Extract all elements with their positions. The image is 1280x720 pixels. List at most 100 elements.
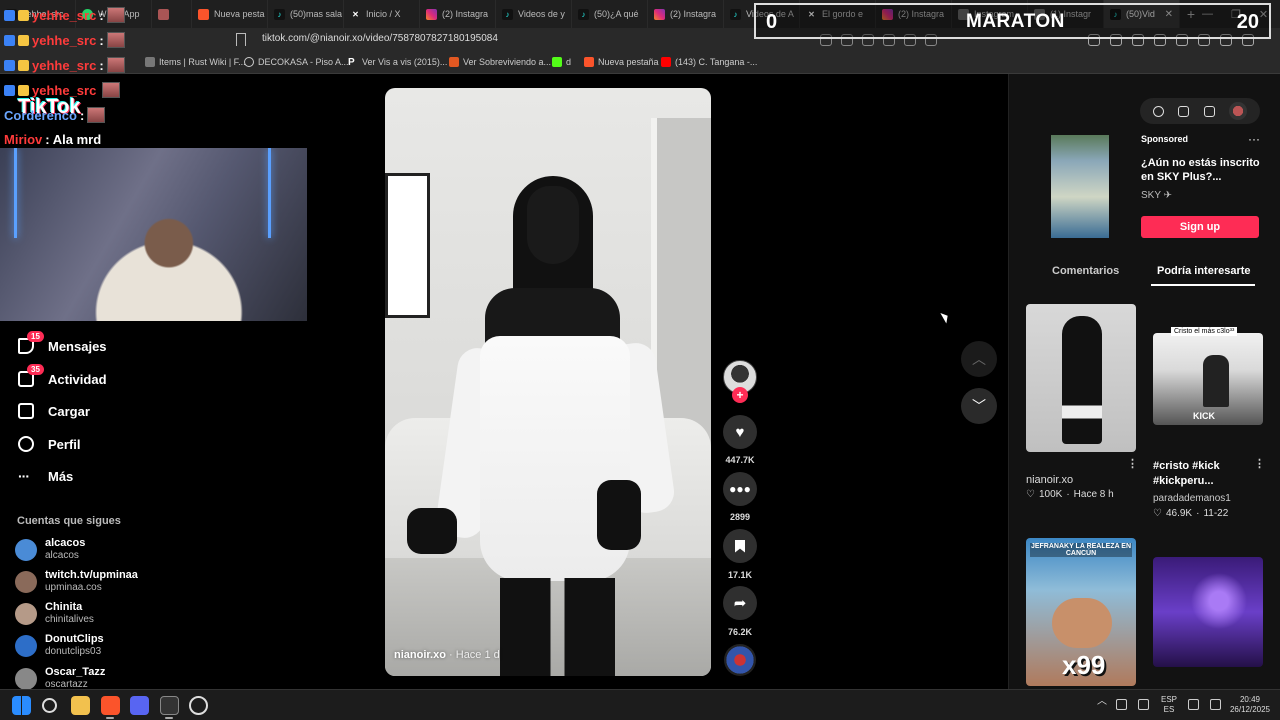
followed-account[interactable]: Oscar_Tazz oscartazz (15, 666, 105, 691)
sidebar-item-profile[interactable]: Perfil (18, 436, 81, 452)
sidebar-item-upload[interactable]: Cargar (18, 403, 90, 419)
browser-tab[interactable]: ♪ (50)¿A qué (572, 0, 648, 28)
video-author[interactable]: nianoir.xo · Hace 1 d (394, 649, 500, 661)
ad-image[interactable] (1051, 135, 1109, 238)
emote-icon (87, 107, 106, 123)
stream-score-overlay: 0 MARATON 20 (754, 3, 1271, 39)
card-author[interactable]: paradademanos1 (1153, 493, 1231, 504)
save-button[interactable] (723, 529, 757, 563)
volume-icon[interactable] (1210, 699, 1221, 710)
thumb-caption: JEFRANAKY LA REALEZA EN CANCÚN (1030, 543, 1132, 557)
ad-more-icon[interactable]: ··· (1248, 132, 1260, 146)
avatar (15, 538, 37, 561)
avatar (15, 602, 37, 625)
next-video-button[interactable]: ﹀ (961, 388, 997, 424)
tiktok-icon: ♪ (578, 8, 589, 20)
person-hand (407, 508, 457, 554)
thumb-figure (1062, 316, 1102, 444)
browser-tab[interactable]: ♪ (50)mas sala (268, 0, 344, 28)
share-count: 76.2K (727, 627, 753, 637)
sync-icon[interactable] (1116, 699, 1127, 710)
language-indicator[interactable]: ESP ES (1161, 695, 1177, 715)
browser-tab[interactable]: Nueva pesta (192, 0, 268, 28)
suggested-video-thumb[interactable] (1026, 304, 1136, 452)
obs-icon[interactable] (160, 696, 179, 715)
user-avatar[interactable] (1228, 102, 1247, 120)
share-button[interactable]: ➦ (723, 586, 757, 620)
download-icon[interactable] (1203, 105, 1215, 117)
ad-title[interactable]: ¿Aún no estás inscrito en SKY Plus?... (1141, 156, 1261, 184)
bookmark-item[interactable]: Items | Rust Wiki | F... (145, 57, 246, 67)
thumb-face (1052, 598, 1112, 648)
bookmark-item[interactable]: P Ver Vis a vis (2015)... (348, 57, 447, 68)
crown-icon (18, 84, 29, 96)
card-title[interactable]: #cristo #kick #kickperu... (1153, 459, 1253, 489)
score-right: 20 (1236, 11, 1259, 33)
wall-art (385, 173, 430, 318)
following-title: Cuentas que sigues (17, 515, 121, 527)
ad-signup-button[interactable]: Sign up (1141, 216, 1259, 238)
video-author-name[interactable]: nianoir.xo (394, 649, 446, 661)
sidebar-item-more[interactable]: ··· Más (18, 468, 73, 484)
bookmark-item[interactable]: Nueva pestaña (584, 57, 659, 67)
badge-icon (4, 84, 15, 96)
app-icon[interactable] (189, 696, 208, 715)
followed-account[interactable]: twitch.tv/upminaa upminaa.cos (15, 569, 138, 594)
followed-account[interactable]: Chinita chinitalives (15, 601, 94, 626)
bookmark-item[interactable]: d (552, 57, 571, 67)
video-player[interactable] (385, 88, 711, 676)
ad-sponsored-label: Sponsored (1141, 134, 1189, 144)
url-input[interactable]: tiktok.com/@nianoir.xo/video/75878078271… (262, 33, 498, 44)
brave-icon (198, 8, 209, 20)
bookmark-item[interactable]: Ver Sobreviviendo a... (449, 57, 551, 67)
mic-icon[interactable] (1138, 699, 1149, 710)
profile-icon (18, 436, 34, 452)
windows-start-icon[interactable] (12, 696, 31, 715)
discord-icon[interactable] (130, 696, 149, 715)
comment-button[interactable]: ●●● (723, 472, 757, 506)
tab-comments[interactable]: Comentarios (1052, 265, 1119, 277)
like-button[interactable]: ♥ (723, 415, 757, 449)
music-disc-icon[interactable] (724, 644, 756, 676)
tiktok-icon: ♪ (730, 8, 741, 20)
follow-button[interactable]: + (732, 387, 748, 403)
messages-icon: 15 (18, 331, 44, 354)
previous-video-button[interactable]: ︿ (961, 341, 997, 377)
browser-tab[interactable]: ♪ Videos de y (496, 0, 572, 28)
more-options-icon[interactable]: ⋮ (1254, 457, 1265, 470)
browser-tab[interactable] (152, 0, 192, 28)
browser-tab[interactable]: (2) Instagra (648, 0, 724, 28)
suggested-video-thumb[interactable] (1153, 557, 1263, 667)
search-icon[interactable] (42, 698, 57, 713)
crown-icon (18, 9, 29, 21)
tab-suggested[interactable]: Podría interesarte (1157, 265, 1251, 277)
card-author[interactable]: nianoir.xo (1026, 474, 1073, 486)
letter-p-icon: P (348, 57, 355, 68)
sidebar-item-messages[interactable]: 15 Mensajes (18, 331, 107, 354)
video-time: · Hace 1 d (445, 649, 500, 661)
suggested-video-thumb[interactable]: JEFRANAKY LA REALEZA EN CANCÚN x99 (1026, 538, 1136, 686)
file-explorer-icon[interactable] (71, 696, 90, 715)
more-icon: ··· (18, 468, 30, 484)
tray-icons (1188, 699, 1221, 710)
browser-tab[interactable]: (2) Instagra (420, 0, 496, 28)
brave-icon[interactable] (101, 696, 120, 715)
chevron-up-icon[interactable]: ︿ (1097, 697, 1107, 707)
chat-message: Corderenco: (4, 107, 106, 123)
emote-icon (102, 82, 121, 98)
coins-icon[interactable] (1153, 105, 1165, 117)
more-options-icon[interactable]: ⋮ (1127, 457, 1138, 470)
bookmark-icon[interactable] (236, 33, 246, 46)
phone-icon[interactable] (1178, 105, 1190, 117)
sidebar-item-activity[interactable]: 35 Actividad (18, 364, 107, 387)
bookmark-item[interactable]: (143) C. Tangana -... (661, 57, 757, 67)
instagram-icon (654, 8, 665, 20)
network-icon[interactable] (1188, 699, 1199, 710)
clock[interactable]: 20:49 26/12/2025 (1228, 695, 1272, 715)
bookmark-item[interactable]: DECOKASA - Piso A... (244, 57, 349, 67)
comment-icon: ●●● (729, 482, 751, 496)
followed-account[interactable]: DonutClips donutclips03 (15, 633, 104, 658)
suggested-video-thumb[interactable]: Cristo el más c3lo³³ KICK (1153, 327, 1263, 425)
browser-tab[interactable]: ✕ Inicio / X (344, 0, 420, 28)
followed-account[interactable]: alcacos alcacos (15, 537, 85, 562)
